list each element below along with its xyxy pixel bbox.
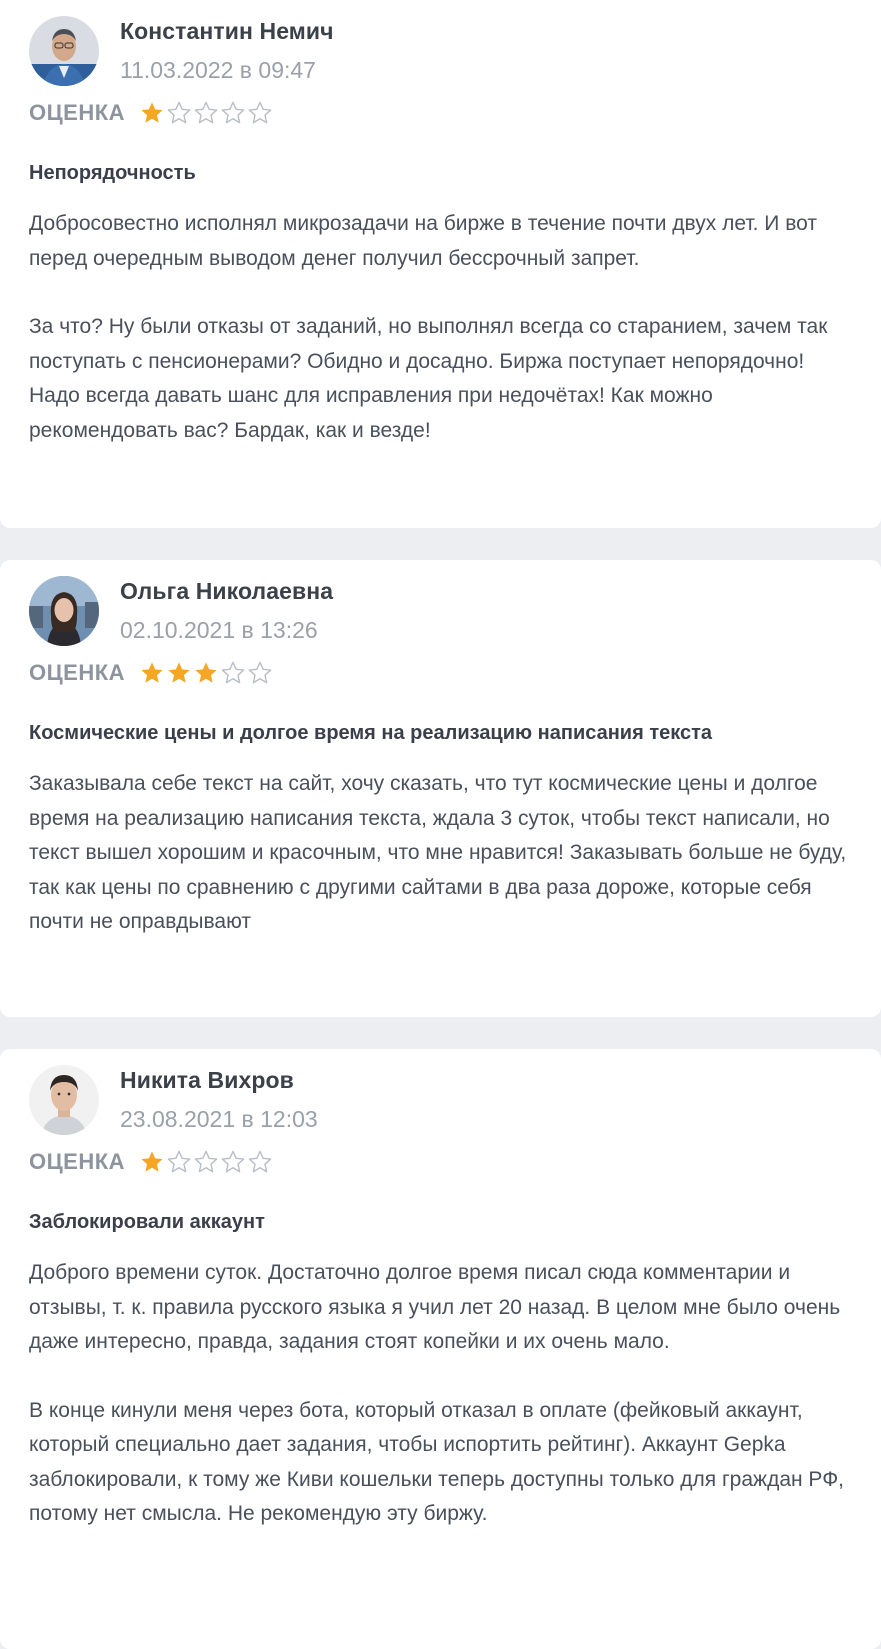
rating-label: ОЦЕНКА	[29, 660, 126, 685]
rating-stars	[139, 660, 274, 686]
review-body: Доброго времени суток. Достаточно долгое…	[29, 1256, 851, 1532]
rating-stars	[139, 100, 274, 126]
star-empty-icon	[166, 1149, 192, 1175]
star-empty-icon	[220, 100, 246, 126]
star-empty-icon	[220, 1149, 246, 1175]
star-filled-icon	[139, 660, 165, 686]
review-date: 23.08.2021 в 12:03	[120, 1106, 318, 1132]
rating-row: ОЦЕНКА	[29, 660, 851, 686]
rating-label: ОЦЕНКА	[29, 100, 126, 125]
review-body: Добросовестно исполнял микрозадачи на би…	[29, 207, 851, 448]
star-empty-icon	[193, 100, 219, 126]
review-paragraph: Добросовестно исполнял микрозадачи на би…	[29, 212, 817, 270]
rating-row: ОЦЕНКА	[29, 100, 851, 126]
rating-stars	[139, 1149, 274, 1175]
star-empty-icon	[193, 1149, 219, 1175]
star-empty-icon	[247, 100, 273, 126]
author-name[interactable]: Константин Немич	[120, 18, 334, 45]
review-header: Константин Немич 11.03.2022 в 09:47	[29, 16, 851, 86]
rating-row: ОЦЕНКА	[29, 1149, 851, 1175]
avatar[interactable]	[29, 16, 99, 86]
avatar[interactable]	[29, 1065, 99, 1135]
review-title: Заблокировали аккаунт	[29, 1211, 265, 1233]
review-title: Космические цены и долгое время на реали…	[29, 722, 713, 744]
star-empty-icon	[247, 660, 273, 686]
review-card: Никита Вихров 23.08.2021 в 12:03 ОЦЕНКА …	[0, 1049, 881, 1649]
review-paragraph: Доброго времени суток. Достаточно долгое…	[29, 1261, 841, 1353]
avatar[interactable]	[29, 576, 99, 646]
reviews-feed: Константин Немич 11.03.2022 в 09:47 ОЦЕН…	[0, 0, 881, 1649]
rating-label: ОЦЕНКА	[29, 1149, 126, 1174]
star-filled-icon	[166, 660, 192, 686]
review-date: 11.03.2022 в 09:47	[120, 57, 316, 83]
star-filled-icon	[193, 660, 219, 686]
star-empty-icon	[220, 660, 246, 686]
review-header: Ольга Николаевна 02.10.2021 в 13:26	[29, 576, 851, 646]
review-paragraph: За что? Ну были отказы от заданий, но вы…	[29, 315, 828, 442]
review-body: Заказывала себе текст на сайт, хочу сказ…	[29, 767, 851, 940]
review-paragraph: Заказывала себе текст на сайт, хочу сказ…	[29, 772, 847, 933]
review-title: Непорядочность	[29, 162, 196, 184]
review-card: Ольга Николаевна 02.10.2021 в 13:26 ОЦЕН…	[0, 560, 881, 1017]
review-paragraph: В конце кинули меня через бота, который …	[29, 1398, 845, 1526]
author-name[interactable]: Ольга Николаевна	[120, 578, 333, 605]
star-filled-icon	[139, 1149, 165, 1175]
star-empty-icon	[166, 100, 192, 126]
author-name[interactable]: Никита Вихров	[120, 1067, 318, 1094]
review-date: 02.10.2021 в 13:26	[120, 617, 318, 643]
star-filled-icon	[139, 100, 165, 126]
star-empty-icon	[247, 1149, 273, 1175]
review-header: Никита Вихров 23.08.2021 в 12:03	[29, 1065, 851, 1135]
review-card: Константин Немич 11.03.2022 в 09:47 ОЦЕН…	[0, 0, 881, 528]
